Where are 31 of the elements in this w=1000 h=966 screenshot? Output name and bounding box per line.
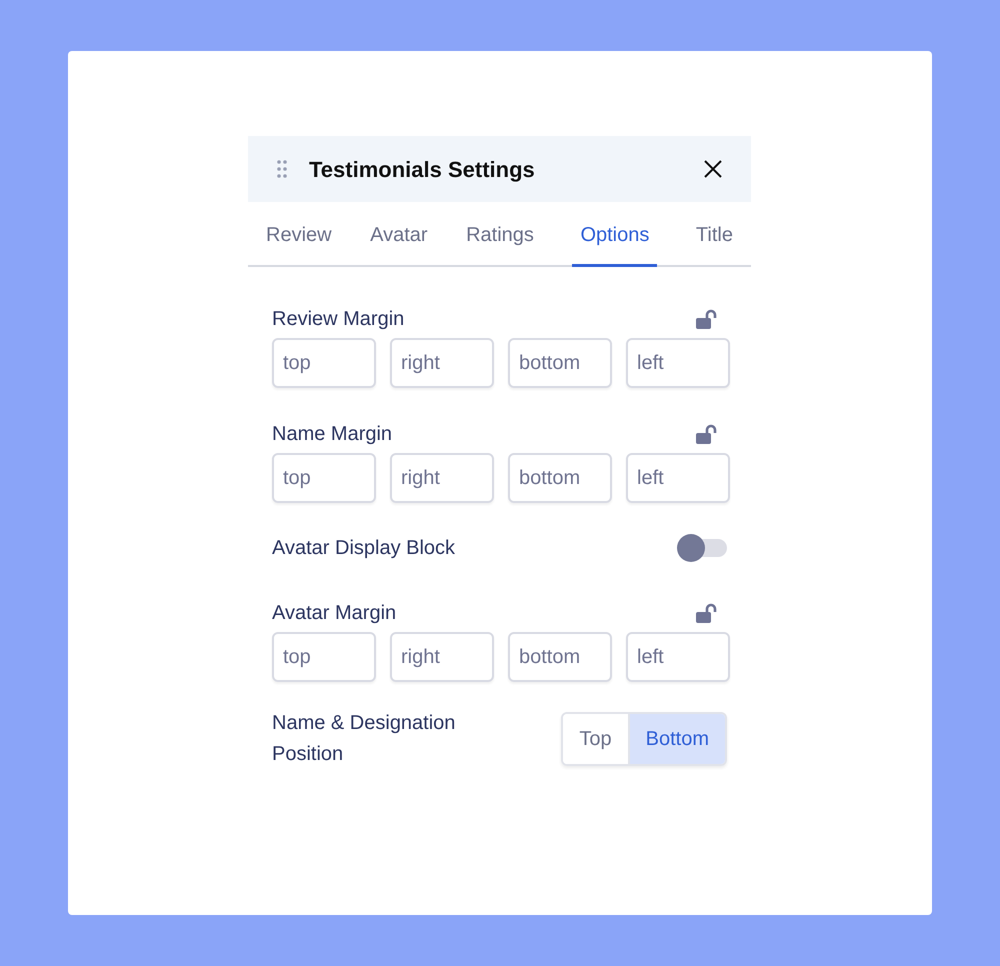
- setting-label: Avatar Margin: [272, 601, 396, 626]
- input-field[interactable]: bottom: [508, 632, 612, 682]
- setting-label: Review Margin: [272, 307, 404, 332]
- input-field[interactable]: left: [626, 632, 730, 682]
- setting-label: Name & Designation Position: [272, 711, 456, 767]
- input-field[interactable]: top: [272, 338, 376, 388]
- input-field[interactable]: left: [626, 453, 730, 503]
- close-button[interactable]: [703, 159, 723, 179]
- input-field[interactable]: bottom: [508, 453, 612, 503]
- tab[interactable]: Options: [572, 210, 658, 267]
- input-field[interactable]: left: [626, 338, 730, 388]
- setting-label: Avatar Display Block: [272, 536, 456, 561]
- input-field[interactable]: top: [272, 453, 376, 503]
- unlock-icon[interactable]: [695, 424, 717, 444]
- input-field[interactable]: top: [272, 632, 376, 682]
- input-field[interactable]: right: [390, 338, 494, 388]
- tab[interactable]: Ratings: [466, 210, 534, 267]
- segment-option[interactable]: Top: [563, 714, 630, 764]
- setting-label: Name Margin: [272, 422, 392, 447]
- panel-title: Testimonials Settings: [309, 156, 535, 184]
- input-field[interactable]: right: [390, 453, 494, 503]
- segment-option[interactable]: Bottom: [630, 714, 725, 764]
- unlock-icon[interactable]: [695, 602, 717, 624]
- input-field[interactable]: bottom: [508, 338, 612, 388]
- input-field[interactable]: right: [390, 632, 494, 682]
- drag-handle-icon[interactable]: [276, 159, 288, 179]
- tab[interactable]: Review: [266, 210, 332, 267]
- tab[interactable]: Title: [696, 210, 733, 267]
- tab[interactable]: Avatar: [370, 210, 428, 267]
- unlock-icon[interactable]: [695, 308, 717, 330]
- toggle-switch[interactable]: [677, 534, 727, 562]
